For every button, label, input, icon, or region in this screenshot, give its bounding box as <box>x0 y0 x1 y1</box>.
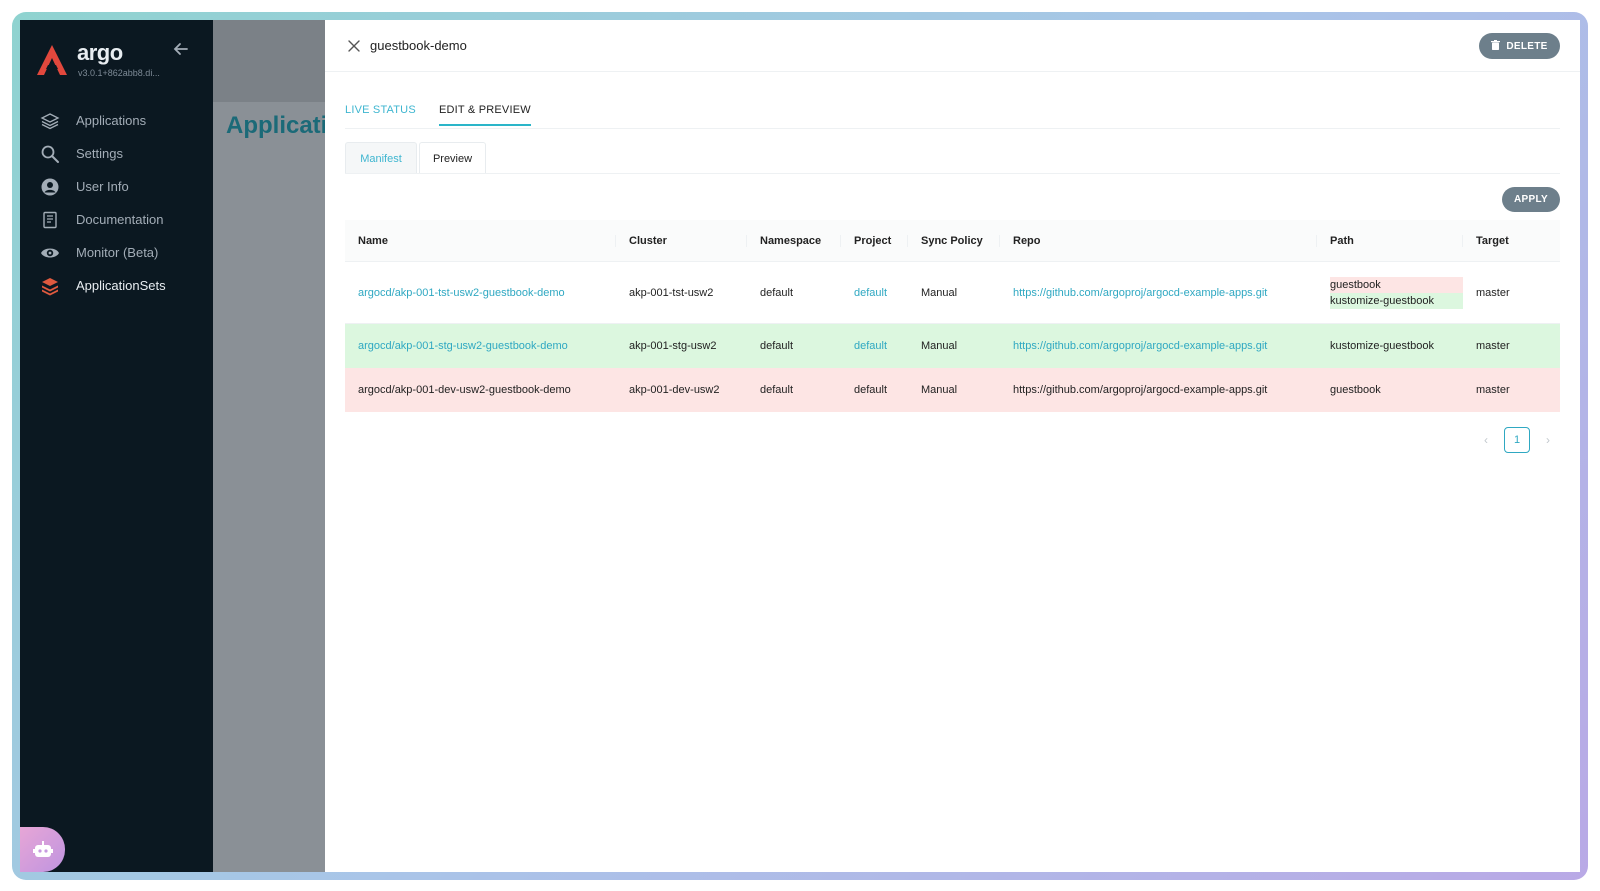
screen: argo v3.0.1+862abb8.di... Applications S… <box>20 20 1580 872</box>
project-link[interactable]: default <box>841 340 908 352</box>
sidebar-item-user-info[interactable]: User Info <box>20 170 213 203</box>
target-cell: master <box>1476 286 1510 299</box>
namespace-cell: default <box>760 384 794 396</box>
window-frame: argo v3.0.1+862abb8.di... Applications S… <box>12 12 1588 880</box>
prev-page-chevron-icon[interactable]: ‹ <box>1474 428 1498 452</box>
sidebar: argo v3.0.1+862abb8.di... Applications S… <box>20 20 213 872</box>
column-header-project[interactable]: Project <box>841 234 908 247</box>
target-cell: master <box>1476 384 1510 396</box>
apply-button[interactable]: APPLY <box>1502 187 1560 212</box>
tab-edit-preview[interactable]: EDIT & PREVIEW <box>439 104 531 126</box>
project-link[interactable]: default <box>841 287 908 299</box>
sync-policy-cell: Manual <box>921 340 958 352</box>
sidebar-item-monitor[interactable]: Monitor (Beta) <box>20 236 213 269</box>
column-header-namespace[interactable]: Namespace <box>747 234 841 247</box>
column-header-path[interactable]: Path <box>1317 234 1463 247</box>
sync-policy-cell: Manual <box>921 384 958 396</box>
preview-table: Name Cluster Namespace Project Sync Poli… <box>345 220 1560 412</box>
sidebar-item-label: Settings <box>76 146 123 161</box>
argo-logo-icon[interactable] <box>34 42 70 78</box>
background-page-title: Applications <box>226 112 325 139</box>
sidebar-nav: Applications Settings User Info Document… <box>20 104 213 302</box>
column-header-cluster[interactable]: Cluster <box>616 234 747 247</box>
version-label: v3.0.1+862abb8.di... <box>78 68 160 78</box>
table-row-modified[interactable]: argocd/akp-001-tst-usw2-guestbook-demo a… <box>345 262 1560 324</box>
sidebar-item-label: Monitor (Beta) <box>76 245 159 260</box>
subtab-manifest[interactable]: Manifest <box>345 142 417 174</box>
cluster-cell: akp-001-tst-usw2 <box>629 286 714 299</box>
project-cell: default <box>854 384 888 396</box>
namespace-cell: default <box>760 286 794 299</box>
table-row-added[interactable]: argocd/akp-001-stg-usw2-guestbook-demo a… <box>345 324 1560 368</box>
subtab-divider <box>345 173 1560 174</box>
path-cell: guestbook <box>1330 384 1381 396</box>
next-page-chevron-icon[interactable]: › <box>1536 428 1560 452</box>
background-overlay[interactable]: Applications <box>213 20 325 872</box>
table-row-removed[interactable]: argocd/akp-001-dev-usw2-guestbook-demo a… <box>345 368 1560 412</box>
sidebar-item-applications[interactable]: Applications <box>20 104 213 137</box>
cluster-cell: akp-001-stg-usw2 <box>629 340 717 352</box>
delete-button[interactable]: DELETE <box>1479 33 1560 59</box>
sidebar-item-applicationsets[interactable]: ApplicationSets <box>20 269 213 302</box>
appset-panel: guestbook-demo DELETE LIVE STATUS EDIT &… <box>325 20 1580 872</box>
search-icon <box>40 144 60 164</box>
table-header: Name Cluster Namespace Project Sync Poli… <box>345 220 1560 262</box>
close-icon[interactable] <box>347 39 361 53</box>
page-number-current[interactable]: 1 <box>1504 426 1530 453</box>
collapse-arrow-icon[interactable] <box>172 40 190 58</box>
sidebar-item-label: User Info <box>76 179 129 194</box>
app-name-link[interactable]: argocd/akp-001-tst-usw2-guestbook-demo <box>345 287 616 299</box>
brand-name: argo <box>77 40 123 65</box>
robot-icon <box>32 840 53 857</box>
sync-policy-cell: Manual <box>921 286 958 299</box>
target-cell: master <box>1476 340 1510 352</box>
sidebar-item-documentation[interactable]: Documentation <box>20 203 213 236</box>
sidebar-item-label: ApplicationSets <box>76 278 166 293</box>
panel-header: guestbook-demo DELETE <box>325 20 1580 72</box>
app-name-link[interactable]: argocd/akp-001-stg-usw2-guestbook-demo <box>345 340 616 352</box>
column-header-target[interactable]: Target <box>1463 235 1560 247</box>
path-cell-diff: guestbook kustomize-guestbook <box>1317 276 1463 309</box>
path-cell: kustomize-guestbook <box>1330 340 1434 352</box>
path-new-value: kustomize-guestbook <box>1330 292 1463 309</box>
repo-cell: https://github.com/argoproj/argocd-examp… <box>1013 384 1268 396</box>
stack-icon <box>40 276 60 296</box>
column-header-name[interactable]: Name <box>345 234 616 247</box>
repo-link[interactable]: https://github.com/argoproj/argocd-examp… <box>1000 287 1317 299</box>
cluster-cell: akp-001-dev-usw2 <box>629 384 720 396</box>
sidebar-item-label: Applications <box>76 113 147 128</box>
layers-icon <box>40 111 60 131</box>
tab-live-status[interactable]: LIVE STATUS <box>345 104 416 124</box>
panel-tabs: LIVE STATUS EDIT & PREVIEW <box>345 104 1560 129</box>
namespace-cell: default <box>760 340 794 352</box>
subtab-preview[interactable]: Preview <box>419 142 486 174</box>
column-header-sync-policy[interactable]: Sync Policy <box>908 234 1000 247</box>
sidebar-item-settings[interactable]: Settings <box>20 137 213 170</box>
delete-label: DELETE <box>1506 40 1548 52</box>
background-header <box>213 20 325 102</box>
book-icon <box>40 210 60 230</box>
eye-icon <box>40 243 60 263</box>
assistant-bot-button[interactable] <box>20 827 65 872</box>
path-old-value: guestbook <box>1330 276 1463 293</box>
trash-icon <box>1491 39 1501 53</box>
sidebar-item-label: Documentation <box>76 212 164 227</box>
panel-title: guestbook-demo <box>370 38 467 53</box>
user-icon <box>40 177 60 197</box>
app-name-cell: argocd/akp-001-dev-usw2-guestbook-demo <box>358 384 571 396</box>
column-header-repo[interactable]: Repo <box>1000 234 1317 247</box>
pagination: ‹ 1 › <box>1474 426 1560 453</box>
repo-link[interactable]: https://github.com/argoproj/argocd-examp… <box>1000 340 1317 352</box>
